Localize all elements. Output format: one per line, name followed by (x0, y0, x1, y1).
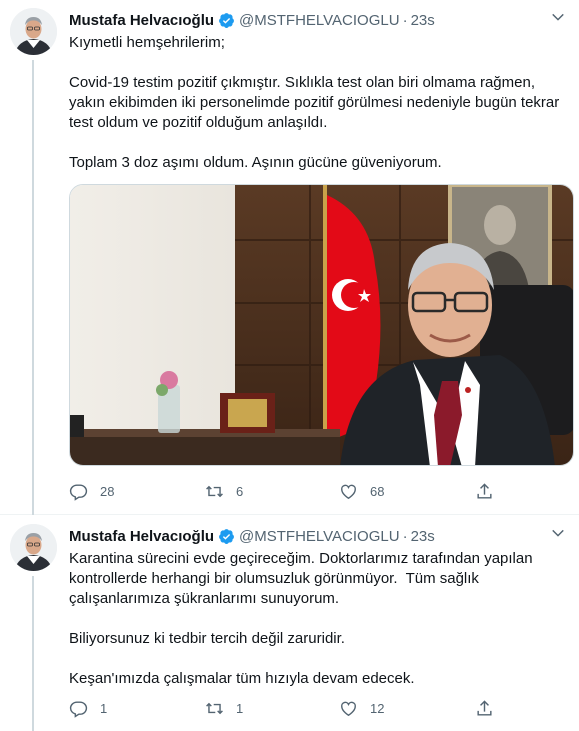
retweet-count: 1 (236, 700, 244, 716)
reply-icon (69, 483, 88, 501)
tweet-photo[interactable] (69, 184, 574, 466)
tweet-text: Karantina sürecini evde geçireceğim. Dok… (69, 549, 574, 689)
thread-connector-line (32, 60, 34, 515)
tweet-actions: 1 1 12 (69, 698, 499, 718)
reply-count: 28 (100, 483, 115, 499)
chevron-down-icon[interactable] (549, 524, 567, 542)
tweet-paragraph: Karantina sürecini evde geçireceğim. Dok… (69, 550, 537, 607)
verified-badge-icon (219, 12, 234, 28)
tweet-actions: 28 6 68 (69, 481, 499, 501)
avatar[interactable] (10, 8, 57, 55)
like-button[interactable]: 68 (339, 481, 384, 501)
tweet-header: Mustafa Helvacıoğlu @MSTFHELVACIOGLU · 2… (69, 526, 569, 546)
heart-icon (341, 484, 356, 499)
tweet-paragraph: Biliyorsunuz ki tedbir tercih değil zaru… (69, 630, 345, 647)
avatar[interactable] (10, 524, 57, 571)
author-handle[interactable]: @MSTFHELVACIOGLU (239, 12, 400, 29)
reply-button[interactable]: 28 (69, 481, 114, 501)
author-name[interactable]: Mustafa Helvacıoğlu (69, 12, 214, 29)
tweet-paragraph: Keşan'ımızda çalışmalar tüm hızıyla deva… (69, 670, 415, 687)
tweet-paragraph: Covid-19 testim pozitif çıkmıştır. Sıklı… (69, 74, 560, 131)
retweet-icon (206, 702, 223, 714)
separator-dot: · (402, 527, 408, 545)
separator-dot: · (402, 11, 408, 29)
tweet[interactable]: Mustafa Helvacıoğlu @MSTFHELVACIOGLU · 2… (0, 516, 579, 731)
reply-icon (69, 700, 88, 718)
retweet-icon (206, 485, 223, 497)
timestamp[interactable]: 23s (411, 12, 435, 29)
tweet-text: Kıymetli hemşehrilerim; Covid-19 testim … (69, 33, 574, 173)
author-handle[interactable]: @MSTFHELVACIOGLU (239, 528, 400, 545)
tweet[interactable]: Mustafa Helvacıoğlu @MSTFHELVACIOGLU · 2… (0, 0, 579, 515)
tweet-header: Mustafa Helvacıoğlu @MSTFHELVACIOGLU · 2… (69, 10, 569, 30)
chevron-down-icon[interactable] (549, 8, 567, 26)
share-icon (477, 482, 492, 499)
tweet-paragraph: Kıymetli hemşehrilerim; (69, 34, 225, 51)
verified-badge-icon (219, 528, 234, 544)
tweet-paragraph: Toplam 3 doz aşımı oldum. Aşının gücüne … (69, 154, 442, 171)
retweet-count: 6 (236, 483, 244, 499)
thread-connector-line (32, 576, 34, 731)
like-count: 68 (370, 483, 385, 499)
share-button[interactable] (475, 481, 494, 501)
like-button[interactable]: 12 (339, 698, 384, 718)
reply-button[interactable]: 1 (69, 698, 107, 718)
reply-count: 1 (100, 700, 108, 716)
retweet-button[interactable]: 6 (205, 481, 243, 501)
author-name[interactable]: Mustafa Helvacıoğlu (69, 528, 214, 545)
like-count: 12 (370, 700, 385, 716)
share-button[interactable] (475, 698, 494, 718)
heart-icon (341, 701, 356, 716)
retweet-button[interactable]: 1 (205, 698, 243, 718)
share-icon (477, 699, 492, 716)
timestamp[interactable]: 23s (411, 528, 435, 545)
